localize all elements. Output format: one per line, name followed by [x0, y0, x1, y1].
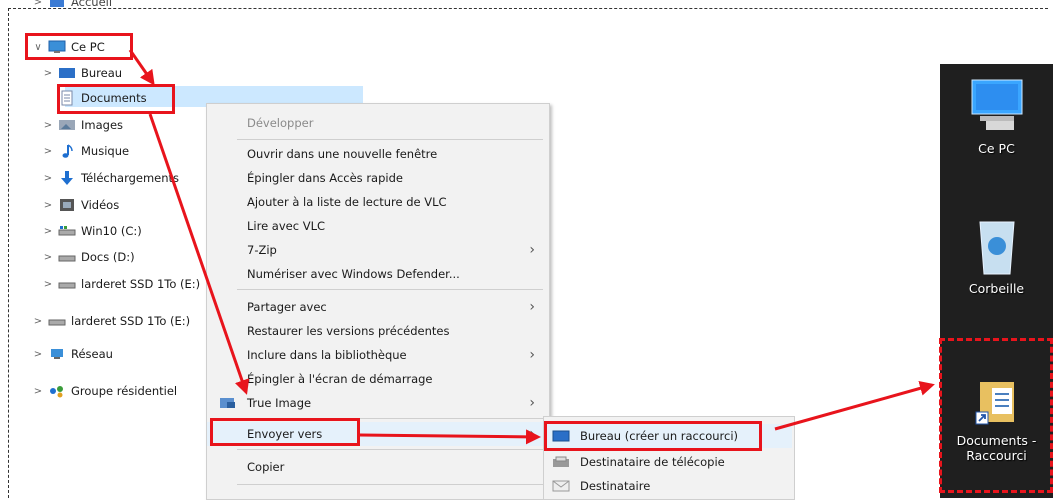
tree-item-label: larderet SSD 1To (E:)	[71, 314, 191, 328]
chevron-right-icon[interactable]: >	[42, 173, 54, 184]
menu-item-inclure-bibliotheque[interactable]: Inclure dans la bibliothèque ›	[207, 343, 547, 367]
video-icon	[58, 198, 76, 212]
menu-item-lire-avec-vlc[interactable]: Lire avec VLC	[207, 214, 547, 238]
mail-icon	[552, 480, 570, 492]
fax-icon	[552, 456, 570, 468]
tree-item-label: Téléchargements	[81, 171, 180, 185]
chevron-right-icon[interactable]: >	[32, 349, 44, 360]
menu-item-developper[interactable]: Développer	[207, 111, 547, 135]
chevron-right-icon: ›	[529, 395, 535, 411]
network-icon	[48, 347, 66, 361]
submenu-item-destinataire-telecopie[interactable]: Destinataire de télécopie	[544, 450, 792, 474]
chevron-right-icon[interactable]: >	[32, 0, 44, 8]
chevron-right-icon: ›	[529, 426, 535, 442]
homegroup-icon	[48, 384, 66, 398]
menu-separator	[237, 289, 543, 290]
recycle-bin-icon	[972, 221, 1022, 281]
menu-item-ouvrir-nouvelle-fenetre[interactable]: Ouvrir dans une nouvelle fenêtre	[207, 142, 547, 166]
drive-icon	[58, 224, 76, 238]
chevron-right-icon[interactable]: >	[42, 200, 54, 211]
tree-item-larderet-ssd-e[interactable]: > larderet SSD 1To (E:)	[42, 273, 200, 295]
tree-item-label: Bureau	[81, 66, 123, 80]
drive-icon	[58, 277, 76, 291]
menu-item-numeriser-defender[interactable]: Numériser avec Windows Defender...	[207, 262, 547, 286]
menu-item-restaurer-versions[interactable]: Restaurer les versions précédentes	[207, 319, 547, 343]
menu-item-copier[interactable]: Copier	[207, 455, 547, 479]
pictures-folder-icon	[58, 118, 76, 132]
true-image-icon	[219, 396, 237, 413]
dashed-border-left	[8, 8, 9, 498]
download-icon	[58, 171, 76, 185]
tree-item-label: Accueil	[71, 0, 113, 9]
drive-icon	[48, 314, 66, 328]
tree-item-bureau[interactable]: > Bureau	[42, 62, 122, 84]
submenu-item-destinataire[interactable]: Destinataire	[544, 474, 792, 498]
tree-item-accueil[interactable]: > Accueil	[32, 0, 112, 13]
tree-item-win10-c[interactable]: > Win10 (C:)	[42, 220, 142, 242]
tree-item-label: Réseau	[71, 347, 113, 361]
annotation-box-documents	[57, 84, 175, 114]
star-folder-icon	[48, 0, 66, 9]
computer-icon	[966, 79, 1028, 141]
music-icon	[58, 144, 76, 158]
drive-icon	[58, 250, 76, 264]
chevron-right-icon[interactable]: >	[42, 68, 54, 79]
menu-separator	[237, 484, 543, 485]
tree-item-videos[interactable]: > Vidéos	[42, 194, 119, 216]
menu-item-partager-avec[interactable]: Partager avec ›	[207, 295, 547, 319]
tree-item-telechargements[interactable]: > Téléchargements	[42, 167, 179, 189]
desktop-folder-icon	[58, 66, 76, 80]
chevron-right-icon[interactable]: >	[42, 279, 54, 290]
chevron-right-icon[interactable]: >	[42, 252, 54, 263]
desktop-icon-corbeille[interactable]: Corbeille	[940, 216, 1053, 296]
tree-item-label: Images	[81, 118, 124, 132]
tree-item-label: larderet SSD 1To (E:)	[81, 277, 201, 291]
menu-item-epingler-acces-rapide[interactable]: Épingler dans Accès rapide	[207, 166, 547, 190]
chevron-right-icon[interactable]: >	[32, 386, 44, 397]
menu-item-7zip[interactable]: 7-Zip ›	[207, 238, 547, 262]
menu-separator	[237, 139, 543, 140]
chevron-right-icon[interactable]: >	[32, 316, 44, 327]
tree-item-label: Docs (D:)	[81, 250, 135, 264]
chevron-right-icon[interactable]: >	[42, 146, 54, 157]
tree-item-musique[interactable]: > Musique	[42, 140, 129, 162]
annotation-box-ce-pc	[25, 33, 133, 60]
tree-item-reseau[interactable]: > Réseau	[32, 343, 113, 365]
menu-item-ajouter-liste-vlc[interactable]: Ajouter à la liste de lecture de VLC	[207, 190, 547, 214]
chevron-right-icon[interactable]: >	[42, 226, 54, 237]
tree-item-larderet-ssd-e-root[interactable]: > larderet SSD 1To (E:)	[32, 310, 190, 332]
annotation-box-bureau-raccourci	[544, 421, 762, 451]
tree-item-label: Groupe résidentiel	[71, 384, 178, 398]
tree-item-images[interactable]: > Images	[42, 114, 123, 136]
annotation-box-desktop-shortcut	[939, 338, 1053, 493]
desktop-icon-ce-pc[interactable]: Ce PC	[940, 76, 1053, 156]
chevron-right-icon[interactable]: >	[42, 120, 54, 131]
chevron-right-icon: ›	[529, 299, 535, 315]
tree-item-label: Vidéos	[81, 198, 120, 212]
menu-item-true-image[interactable]: True Image ›	[207, 391, 547, 415]
tree-item-groupe-residentiel[interactable]: > Groupe résidentiel	[32, 380, 177, 402]
tree-item-docs-d[interactable]: > Docs (D:)	[42, 246, 135, 268]
tree-item-label: Musique	[81, 144, 130, 158]
menu-separator	[237, 449, 543, 450]
annotation-box-envoyer-vers	[210, 418, 360, 446]
arrow-submenu-to-desktop	[774, 381, 935, 431]
menu-item-epingler-demarrage[interactable]: Épingler à l'écran de démarrage	[207, 367, 547, 391]
tree-item-label: Win10 (C:)	[81, 224, 142, 238]
chevron-right-icon: ›	[529, 242, 535, 258]
chevron-right-icon: ›	[529, 347, 535, 363]
